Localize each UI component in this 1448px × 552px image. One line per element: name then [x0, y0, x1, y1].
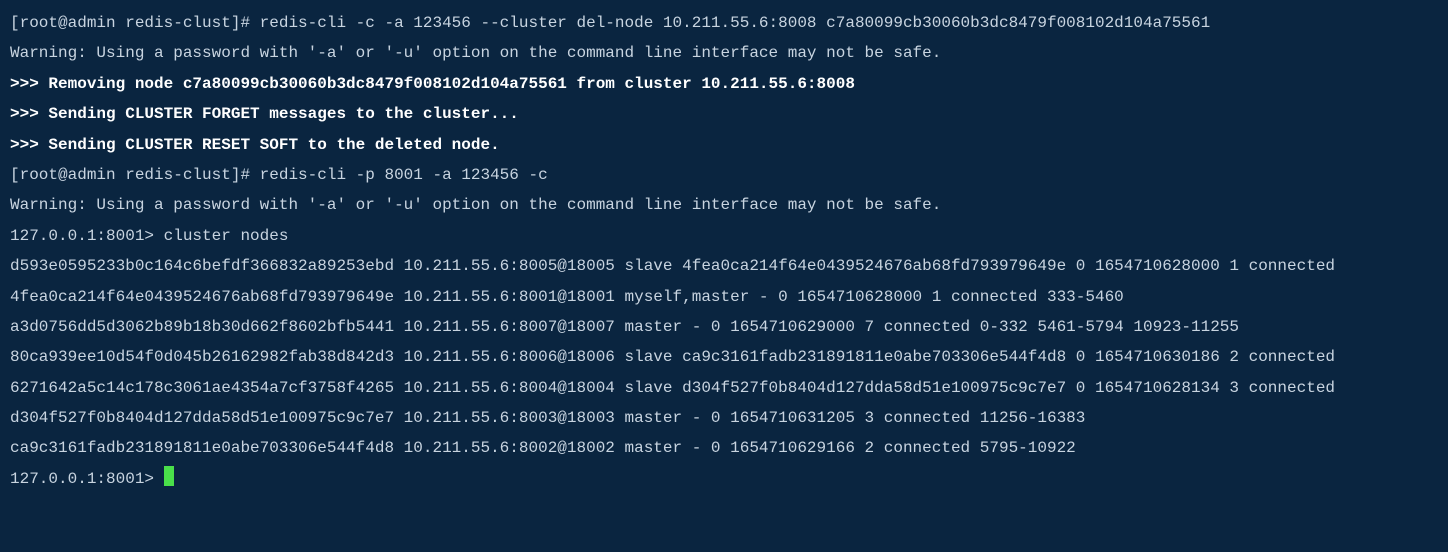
terminal-line-forget: >>> Sending CLUSTER FORGET messages to t… — [10, 99, 1438, 129]
command-text: cluster nodes — [164, 227, 289, 245]
command-text: redis-cli -p 8001 -a 123456 -c — [260, 166, 548, 184]
cluster-node-row: d304f527f0b8404d127dda58d51e100975c9c7e7… — [10, 403, 1438, 433]
terminal-line-current[interactable]: 127.0.0.1:8001> — [10, 464, 1438, 494]
cluster-node-row: d593e0595233b0c164c6befdf366832a89253ebd… — [10, 251, 1438, 281]
cluster-node-row: ca9c3161fadb231891811e0abe703306e544f4d8… — [10, 433, 1438, 463]
command-text: redis-cli -c -a 123456 --cluster del-nod… — [260, 14, 1211, 32]
terminal-line-reset: >>> Sending CLUSTER RESET SOFT to the de… — [10, 130, 1438, 160]
cluster-node-row: 6271642a5c14c178c3061ae4354a7cf3758f4265… — [10, 373, 1438, 403]
terminal-line-warning-1: Warning: Using a password with '-a' or '… — [10, 38, 1438, 68]
redis-prompt: 127.0.0.1:8001> — [10, 470, 164, 488]
terminal-line-8: 127.0.0.1:8001> cluster nodes — [10, 221, 1438, 251]
cursor-icon — [164, 466, 174, 486]
cluster-node-row: 80ca939ee10d54f0d045b26162982fab38d842d3… — [10, 342, 1438, 372]
terminal-line-warning-2: Warning: Using a password with '-a' or '… — [10, 190, 1438, 220]
terminal-line-removing: >>> Removing node c7a80099cb30060b3dc847… — [10, 69, 1438, 99]
shell-prompt: [root@admin redis-clust]# — [10, 14, 260, 32]
cluster-node-row: 4fea0ca214f64e0439524676ab68fd793979649e… — [10, 282, 1438, 312]
terminal-line-1: [root@admin redis-clust]# redis-cli -c -… — [10, 8, 1438, 38]
cluster-node-row: a3d0756dd5d3062b89b18b30d662f8602bfb5441… — [10, 312, 1438, 342]
redis-prompt: 127.0.0.1:8001> — [10, 227, 164, 245]
terminal-line-6: [root@admin redis-clust]# redis-cli -p 8… — [10, 160, 1438, 190]
shell-prompt: [root@admin redis-clust]# — [10, 166, 260, 184]
